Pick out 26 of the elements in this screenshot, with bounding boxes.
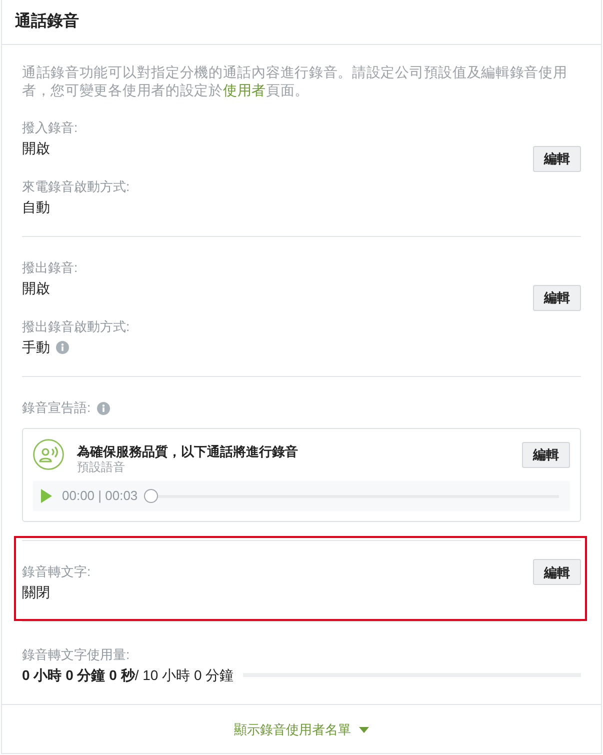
field-label: 錄音轉文字: <box>22 563 91 581</box>
field-label: 撥出錄音啟動方式: <box>22 318 130 336</box>
field-value: 開啟 <box>22 279 50 298</box>
announcement-title: 為確保服務品質，以下通話將進行錄音 <box>77 444 299 460</box>
field-label: 來電錄音啟動方式: <box>22 178 130 196</box>
edit-button[interactable]: 編輯 <box>522 442 570 468</box>
seek-track[interactable] <box>144 489 559 503</box>
panel-title: 通話錄音 <box>15 12 79 32</box>
description-text: 通話錄音功能可以對指定分機的通話內容進行錄音。請設定公司預設值及編輯錄音使用者，您可變更各使用者的設定於使用者頁面。 <box>22 63 568 99</box>
edit-button[interactable]: 編輯 <box>533 284 581 310</box>
field-label: 錄音宣告語: <box>22 399 91 417</box>
field-label: 錄音轉文字使用量: <box>22 646 131 664</box>
play-icon[interactable] <box>41 489 52 503</box>
field-value: 關閉 <box>22 583 50 602</box>
edit-button[interactable]: 編輯 <box>533 146 581 172</box>
edit-button[interactable]: 編輯 <box>533 559 581 585</box>
field-value: 開啟 <box>22 139 50 158</box>
field-label: 撥入錄音: <box>22 119 79 137</box>
seek-thumb[interactable] <box>144 489 158 503</box>
usage-reading: 0 小時 0 分鐘 0 秒/ 10 小時 0 分鐘 <box>22 666 234 685</box>
field-label: 撥出錄音: <box>22 259 79 277</box>
field-value: 自動 <box>22 198 50 217</box>
voice-icon <box>33 439 64 470</box>
audio-time: 00:00 | 00:03 <box>62 488 138 504</box>
field-value: 手動 <box>22 338 50 357</box>
announcement-subtitle: 預設語音 <box>77 460 126 475</box>
